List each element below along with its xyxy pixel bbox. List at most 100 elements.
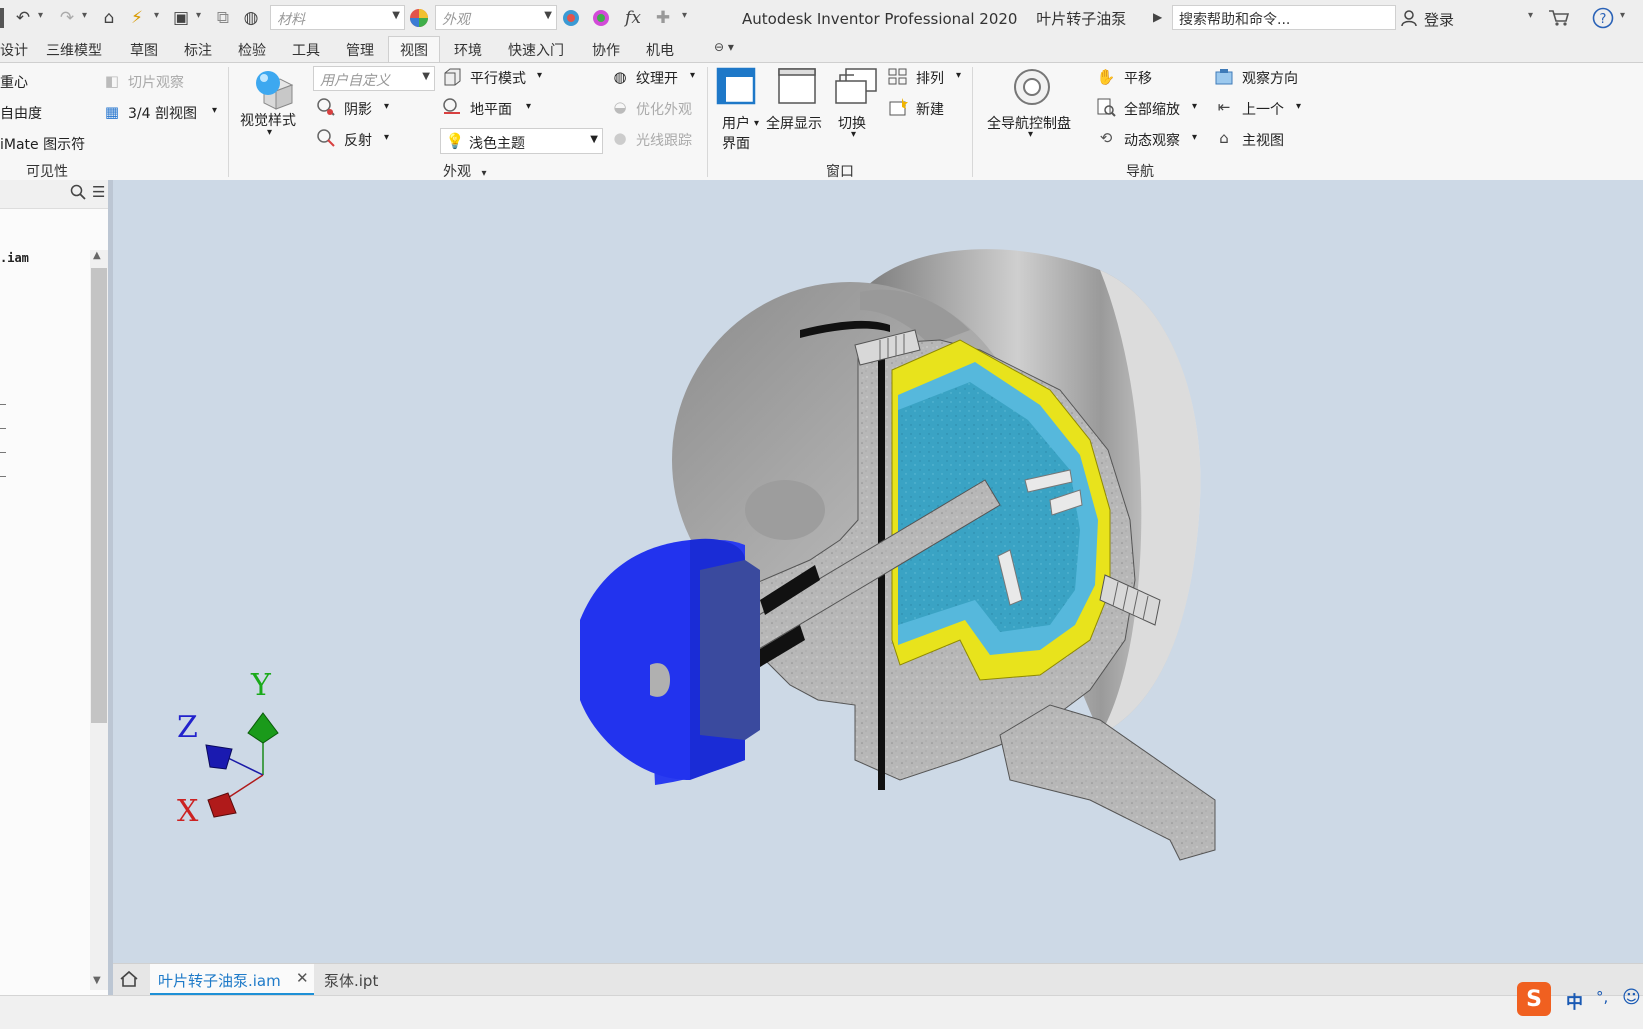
browser-root-file[interactable]: .iam (0, 251, 29, 265)
update-dropdown-icon[interactable]: ▾ (154, 10, 159, 21)
tab-tools[interactable]: 工具 (292, 40, 320, 60)
ground-plane-dropdown-icon[interactable]: ▾ (526, 101, 531, 112)
shadow-button[interactable]: 阴影 (344, 99, 372, 119)
tab-design[interactable]: 设计 (0, 40, 28, 60)
plus-icon[interactable]: ✚ (652, 7, 674, 29)
adjust-appearance-icon[interactable] (560, 7, 582, 29)
login-link[interactable]: 登录 (1424, 9, 1454, 30)
ray-tracing-button[interactable]: 光线跟踪 (636, 130, 692, 150)
clear-appearance-icon[interactable] (590, 7, 612, 29)
tab-annotate[interactable]: 标注 (184, 40, 212, 60)
navigation-wheel-icon[interactable] (1012, 67, 1052, 107)
doc-tab-active[interactable]: 叶片转子油泵.iam ✕ (150, 964, 314, 996)
new-window-button[interactable]: 新建 (916, 99, 944, 119)
arrange-button[interactable]: 排列 (916, 68, 944, 88)
doc-tab-inactive[interactable]: 泵体.ipt (324, 970, 378, 991)
scroll-up-icon[interactable]: ▲ (93, 250, 101, 261)
user-interface-icon[interactable] (716, 67, 756, 107)
optimize-appearance-button[interactable]: 优化外观 (636, 99, 692, 119)
redo-icon[interactable]: ↷ (56, 7, 78, 29)
ime-logo-icon[interactable]: S (1517, 982, 1551, 1016)
tab-3d-model[interactable]: 三维模型 (46, 40, 102, 60)
reflection-button[interactable]: 反射 (344, 130, 372, 150)
update-icon[interactable]: ⚡ (126, 7, 148, 29)
zoom-all-button[interactable]: 全部缩放 (1124, 99, 1180, 119)
appearance-icon[interactable] (408, 7, 430, 29)
section-dropdown-icon[interactable]: ▾ (212, 105, 217, 116)
user-interface-label-2[interactable]: 界面 (722, 133, 750, 153)
texture-on-button[interactable]: 纹理开 (636, 68, 678, 88)
tab-electromechanical[interactable]: 机电 (646, 40, 674, 60)
scroll-down-icon[interactable]: ▼ (93, 975, 101, 986)
ime-punctuation-indicator[interactable]: °, (1596, 988, 1608, 1006)
material-icon[interactable]: ◍ (240, 7, 262, 29)
reflection-dropdown-icon[interactable]: ▾ (384, 132, 389, 143)
help-search-input[interactable]: 搜索帮助和命令... (1172, 5, 1396, 30)
navigation-wheel-dropdown-icon[interactable]: ▾ (1028, 129, 1033, 140)
color-override-icon[interactable]: ⧉ (212, 7, 234, 29)
undo-icon[interactable]: ↶ (12, 7, 34, 29)
user-icon[interactable] (1398, 7, 1420, 29)
home-tab-icon[interactable] (119, 969, 139, 993)
lighting-theme-combo[interactable]: 💡 浅色主题 ▼ (440, 128, 603, 154)
slice-graphics-button[interactable]: 切片观察 (128, 72, 184, 92)
panel-display-toggle[interactable]: ⊖ ▾ (714, 40, 744, 58)
home-view-button[interactable]: 主视图 (1242, 130, 1284, 150)
appearance-style-combo[interactable]: 用户自定义 ▼ (313, 66, 435, 91)
select-dropdown-icon[interactable]: ▾ (196, 10, 201, 21)
tab-sketch[interactable]: 草图 (130, 40, 158, 60)
ime-emoji-icon[interactable]: ☺ (1622, 987, 1641, 1008)
fx-parameters-icon[interactable]: fx (622, 7, 644, 29)
parallel-mode-dropdown-icon[interactable]: ▾ (537, 70, 542, 81)
login-dropdown-icon[interactable]: ▾ (1528, 10, 1533, 21)
tab-collaborate[interactable]: 协作 (592, 40, 620, 60)
user-interface-dropdown-icon[interactable]: ▾ (754, 118, 759, 129)
shadow-dropdown-icon[interactable]: ▾ (384, 101, 389, 112)
help-dropdown-icon[interactable]: ▾ (1620, 10, 1625, 21)
dof-button[interactable]: 自由度 (0, 103, 42, 123)
tab-view[interactable]: 视图 (388, 36, 440, 63)
imate-glyph-button[interactable]: iMate 图示符 (0, 134, 85, 154)
material-combo[interactable]: 材料 ▼ (270, 5, 405, 30)
tab-inspect[interactable]: 检验 (238, 40, 266, 60)
customize-dropdown-icon[interactable]: ▾ (682, 10, 687, 21)
undo-dropdown-icon[interactable]: ▾ (38, 10, 43, 21)
select-icon[interactable]: ▣ (170, 7, 192, 29)
appearance-combo[interactable]: 外观 ▼ (435, 5, 557, 30)
previous-view-dropdown-icon[interactable]: ▾ (1296, 101, 1301, 112)
browser-scroll-thumb[interactable] (91, 268, 107, 723)
app-menu-edge[interactable] (0, 8, 4, 28)
fullscreen-label[interactable]: 全屏显示 (766, 113, 822, 133)
zoom-dropdown-icon[interactable]: ▾ (1192, 101, 1197, 112)
user-interface-label-1[interactable]: 用户 (722, 113, 750, 133)
switch-dropdown-icon[interactable]: ▾ (851, 129, 856, 140)
home-icon[interactable]: ⌂ (98, 7, 120, 29)
group-appearance-dropdown-icon[interactable]: ▾ (481, 168, 486, 179)
orbit-button[interactable]: 动态观察 (1124, 130, 1180, 150)
ground-plane-button[interactable]: 地平面 (470, 99, 512, 119)
ime-language-indicator[interactable]: 中 (1566, 988, 1583, 1013)
chevron-right-icon[interactable]: ▶ (1153, 10, 1162, 24)
look-at-button[interactable]: 观察方向 (1242, 68, 1298, 88)
switch-window-icon[interactable] (834, 67, 877, 107)
redo-dropdown-icon[interactable]: ▾ (82, 10, 87, 21)
help-icon[interactable]: ? (1592, 7, 1614, 29)
close-icon[interactable]: ✕ (296, 969, 309, 987)
tab-environments[interactable]: 环境 (454, 40, 482, 60)
hamburger-menu-icon[interactable]: ☰ (92, 183, 105, 201)
graphics-viewport[interactable]: Y Z X (113, 180, 1643, 965)
fullscreen-icon[interactable] (777, 67, 817, 107)
quarter-section-button[interactable]: 3/4 剖视图 (128, 103, 197, 123)
arrange-dropdown-icon[interactable]: ▾ (956, 70, 961, 81)
texture-dropdown-icon[interactable]: ▾ (690, 70, 695, 81)
tab-manage[interactable]: 管理 (346, 40, 374, 60)
pump-assembly-model[interactable] (113, 180, 1643, 965)
center-of-gravity-button[interactable]: 重心 (0, 72, 28, 92)
visual-style-icon[interactable] (250, 67, 294, 110)
orbit-dropdown-icon[interactable]: ▾ (1192, 132, 1197, 143)
pan-button[interactable]: 平移 (1124, 68, 1152, 88)
blue-coupling[interactable] (580, 538, 760, 785)
visual-style-dropdown-icon[interactable]: ▾ (267, 127, 272, 138)
previous-view-button[interactable]: 上一个 (1242, 99, 1284, 119)
cart-icon[interactable] (1548, 7, 1570, 29)
